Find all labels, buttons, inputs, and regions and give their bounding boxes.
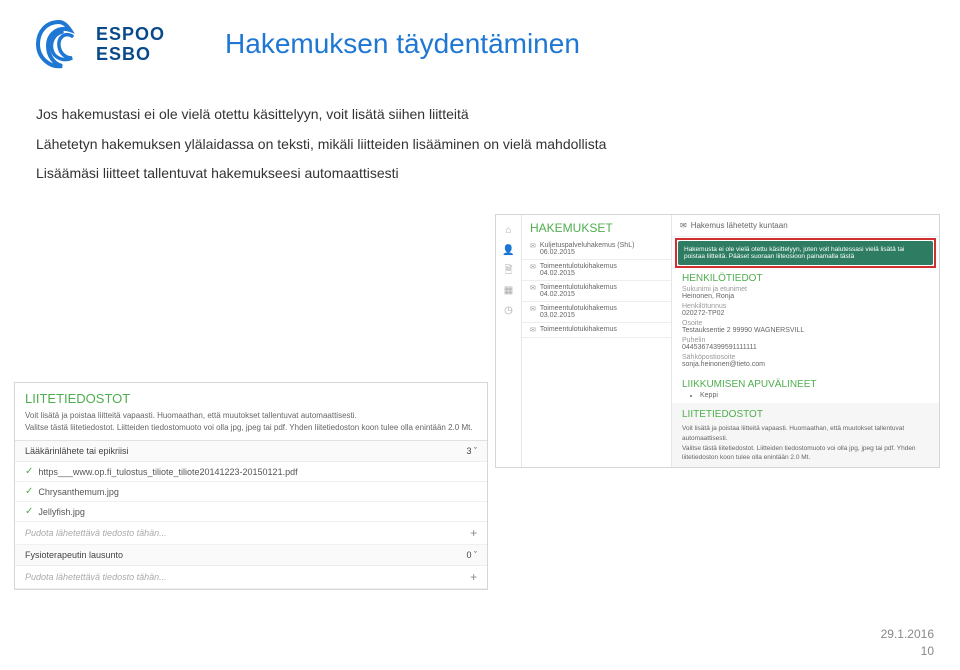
logo: ESPOO ESBO [32, 18, 165, 72]
mail-icon: ✉ [530, 263, 536, 277]
app-list-item[interactable]: ✉ Toimeentulotukihakemus04.02.2015 [522, 281, 671, 302]
plus-icon[interactable]: + [470, 570, 477, 584]
file-row[interactable]: ✓ https___www.op.fi_tulostus_tiliote_til… [15, 462, 487, 482]
page-title: Hakemuksen täydentäminen [225, 28, 580, 60]
intro-p1: Jos hakemustasi ei ole vielä otettu käsi… [36, 104, 960, 126]
logo-text: ESPOO ESBO [96, 25, 165, 65]
screenshot-attachments-panel: LIITETIEDOSTOT Voit lisätä ja poistaa li… [14, 382, 488, 590]
logo-line2: ESBO [96, 45, 165, 65]
plus-icon[interactable]: + [470, 526, 477, 540]
calendar-icon[interactable]: ▦ [496, 281, 521, 301]
app-list-item[interactable]: ✉ Toimeentulotukihakemus04.02.2015 [522, 260, 671, 281]
aid-item: Keppi [700, 392, 929, 399]
footer-page: 10 [881, 643, 934, 660]
mail-icon: ✉ [680, 221, 687, 230]
app-list-item[interactable]: ✉ Kuljetuspalveluhakemus (ShL)06.02.2015 [522, 239, 671, 260]
check-icon: ✓ [25, 506, 33, 517]
chevron-down-icon: ˇ [474, 550, 477, 560]
drop-zone[interactable]: Pudota lähetettävä tiedosto tähän... + [15, 566, 487, 589]
intro-p3: Lisäämäsi liitteet tallentuvat hakemukse… [36, 163, 960, 185]
edit-notice[interactable]: Hakemusta ei ole vielä otettu käsittelyy… [678, 241, 933, 265]
sent-status: ✉ Hakemus lähetetty kuntaan [672, 215, 939, 237]
chevron-down-icon: ˇ [474, 446, 477, 456]
footer: 29.1.2016 10 [881, 626, 934, 660]
logo-line1: ESPOO [96, 25, 165, 45]
drop-zone[interactable]: Pudota lähetettävä tiedosto tähän... + [15, 522, 487, 545]
doc-icon[interactable]: 🗎 [496, 261, 521, 281]
applications-heading: HAKEMUKSET [522, 215, 671, 239]
mail-icon: ✉ [530, 305, 536, 319]
espoo-swirl-icon [32, 18, 86, 72]
attachments-heading: LIITETIEDOSTOT [15, 383, 487, 410]
clock-icon[interactable]: ◷ [496, 301, 521, 321]
mail-icon: ✉ [530, 284, 536, 298]
mail-icon: ✉ [530, 326, 536, 334]
nav-icons: ⌂ 👤 🗎 ▦ ◷ [496, 215, 522, 467]
home-icon[interactable]: ⌂ [496, 221, 521, 241]
file-row[interactable]: ✓ Jellyfish.jpg [15, 502, 487, 522]
app-list-item[interactable]: ✉ Toimeentulotukihakemus [522, 323, 671, 338]
app-list-item[interactable]: ✉ Toimeentulotukihakemus03.02.2015 [522, 302, 671, 323]
intro-p2: Lähetetyn hakemuksen ylälaidassa on teks… [36, 134, 960, 156]
file-group-header[interactable]: Fysioterapeutin lausunto 0 ˇ [15, 545, 487, 566]
aids-heading: LIIKKUMISEN APUVÄLINEET [682, 379, 929, 390]
footer-date: 29.1.2016 [881, 626, 934, 643]
check-icon: ✓ [25, 486, 33, 497]
file-group-header[interactable]: Lääkärinlähete tai epikriisi 3 ˇ [15, 441, 487, 462]
user-icon[interactable]: 👤 [496, 241, 521, 261]
file-row[interactable]: ✓ Chrysanthemum.jpg [15, 482, 487, 502]
attachments-heading: LIITETIEDOSTOT [682, 407, 929, 422]
intro-text: Jos hakemustasi ei ole vielä otettu käsi… [36, 104, 960, 185]
person-heading: HENKILÖTIEDOT [682, 273, 929, 284]
mail-icon: ✉ [530, 242, 536, 256]
screenshot-application-detail: ⌂ 👤 🗎 ▦ ◷ HAKEMUKSET ✉ Kuljetuspalveluha… [495, 214, 940, 468]
check-icon: ✓ [25, 466, 33, 477]
